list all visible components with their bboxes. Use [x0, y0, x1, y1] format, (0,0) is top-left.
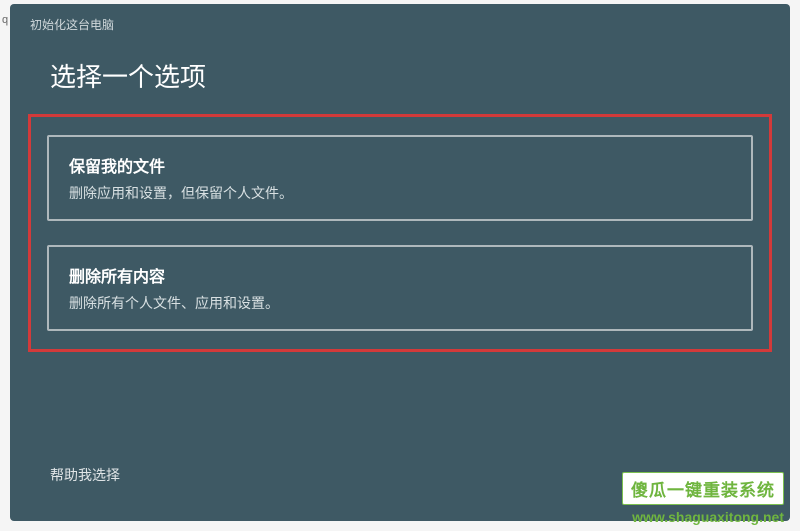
option-title: 删除所有内容	[69, 263, 731, 287]
help-me-choose-link[interactable]: 帮助我选择	[50, 465, 120, 485]
option-title: 保留我的文件	[69, 153, 731, 177]
watermark-url: www.shaguaxitong.net	[632, 509, 784, 525]
option-keep-files[interactable]: 保留我的文件 删除应用和设置，但保留个人文件。	[47, 135, 753, 221]
watermark-text: 傻瓜一键重装系统	[631, 481, 775, 500]
watermark-badge: 傻瓜一键重装系统	[622, 472, 784, 505]
background-char: q	[2, 14, 8, 26]
dialog-title: 初始化这台电脑	[10, 4, 790, 39]
option-description: 删除所有个人文件、应用和设置。	[69, 293, 731, 313]
option-description: 删除应用和设置，但保留个人文件。	[69, 183, 731, 203]
dialog-heading: 选择一个选项	[10, 39, 790, 114]
option-remove-everything[interactable]: 删除所有内容 删除所有个人文件、应用和设置。	[47, 245, 753, 331]
options-highlight: 保留我的文件 删除应用和设置，但保留个人文件。 删除所有内容 删除所有个人文件、…	[28, 114, 772, 352]
reset-dialog: 初始化这台电脑 选择一个选项 保留我的文件 删除应用和设置，但保留个人文件。 删…	[10, 4, 790, 521]
